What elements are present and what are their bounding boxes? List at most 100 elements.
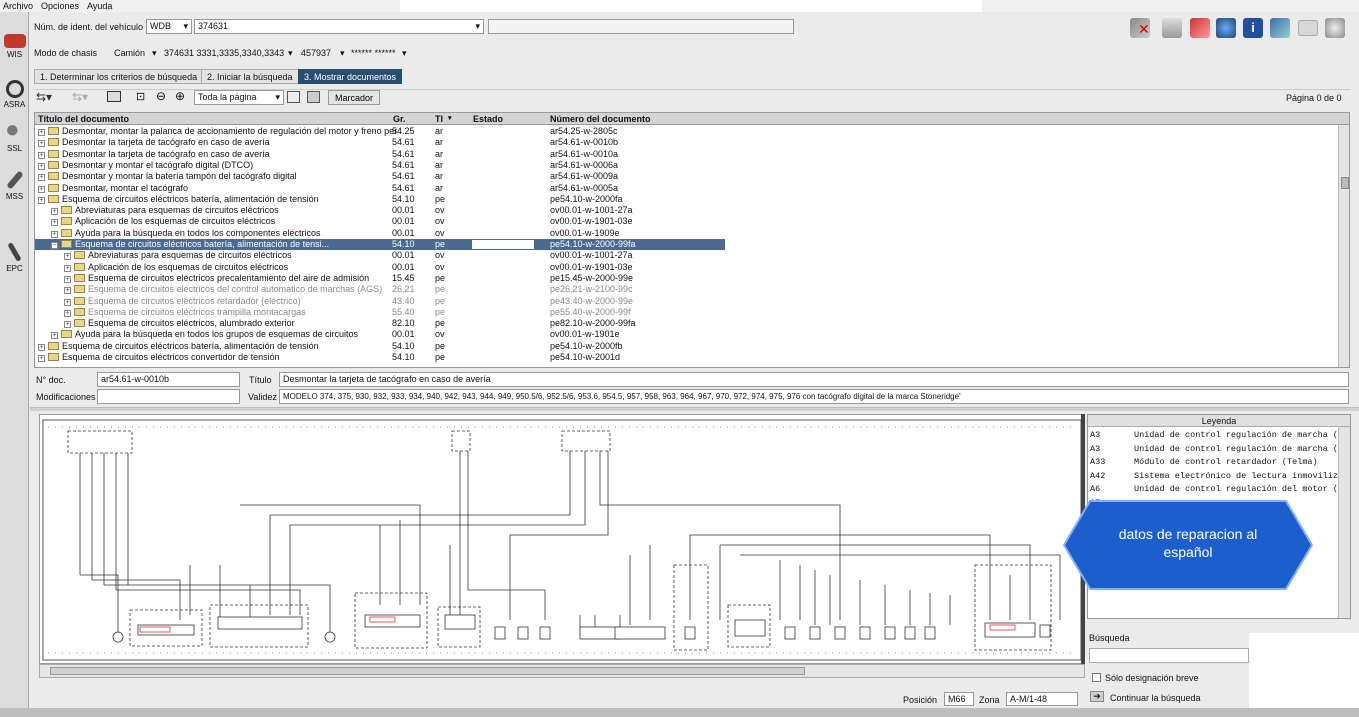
expand-icon[interactable]: + [38,151,45,159]
wiring-diagram[interactable] [39,414,1085,664]
table-row[interactable]: + Desmontar la tarjeta de tacógrafo en ca… [35,137,725,148]
expand-icon[interactable]: + [64,264,71,272]
model-code-select[interactable]: 457937 [301,48,331,58]
list-scroll-thumb[interactable] [1341,177,1349,189]
menu-options[interactable]: Opciones [41,0,79,12]
search-input[interactable] [1089,648,1249,663]
table-row[interactable]: + Ayuda para la búsqueda en todos los gru… [35,329,725,340]
settings-icon[interactable] [1216,18,1236,38]
expand-icon[interactable]: + [38,140,45,148]
expand-icon[interactable]: + [64,298,71,306]
expand-icon[interactable]: + [64,287,71,295]
table-row[interactable]: − Esquema de circuitos eléctricos batería… [35,239,725,251]
book-icon[interactable] [1270,18,1290,38]
nav-ssl[interactable]: SSL [0,124,29,153]
diagram-hscrollbar[interactable] [39,664,1085,678]
expand-icon[interactable]: + [38,174,45,182]
table-row[interactable]: + Abreviaturas para esquemas de circuitos… [35,205,725,216]
table-row[interactable]: + Desmontar, montar el tacógrafo 54.61 ar ar… [35,183,725,194]
expand-icon[interactable]: − [51,242,58,249]
legend-row[interactable]: A3 Unidad de control regulación de marcha… [1088,443,1343,457]
legend-row[interactable]: A3 Unidad de control regulación de marcha… [1088,429,1343,443]
expand-icon[interactable]: + [38,162,45,170]
row-type: ov [435,250,445,261]
expand-icon[interactable]: + [64,275,71,283]
list-scrollbar[interactable] [1338,125,1349,367]
pane-splitter[interactable] [30,407,1359,411]
nav-forward-icon[interactable]: ⇆▾ [72,90,88,104]
table-row[interactable]: + Desmontar la tarjeta de tacógrafo en ca… [35,149,725,160]
table-row[interactable]: + Esquema de circuitos eléctricos trampil… [35,307,725,318]
table-row[interactable]: + Esquema de circuitos eléctricos retarda… [35,296,725,307]
table-row[interactable]: + Esquema de circuitos eléctricos, alumbr… [35,318,725,329]
expand-icon[interactable]: + [38,185,45,193]
expand-icon[interactable]: + [64,309,71,317]
zoom-in-icon[interactable]: ⊕ [175,89,185,103]
col-title[interactable]: Título del documento [38,113,129,125]
legend-row[interactable]: A6 Unidad de control regulación del motor… [1088,483,1343,497]
tab-search[interactable]: 2. Iniciar la búsqueda [201,69,299,84]
col-type[interactable]: TI [435,113,443,125]
tab-criteria[interactable]: 1. Determinar los criterios de búsqueda [34,69,204,84]
print-page-icon[interactable] [307,91,320,103]
col-group[interactable]: Gr. [393,113,406,125]
expand-icon[interactable]: + [38,355,45,362]
mail-icon[interactable] [1298,20,1318,36]
nav-asra[interactable]: ASRA [0,80,29,109]
col-status[interactable]: Estado [473,113,503,125]
expand-icon[interactable]: + [38,129,45,136]
table-row[interactable]: + Aplicación de los esquemas de circuitos… [35,262,725,273]
table-row[interactable]: + Abreviaturas para esquemas de circuitos… [35,250,725,261]
nav-epc[interactable]: EPC [0,242,29,273]
table-row[interactable]: + Esquema de circuitos eléctricos precale… [35,273,725,284]
folder-icon [61,330,72,339]
table-row[interactable]: + Desmontar, montar la palanca de acciona… [35,126,725,137]
table-row[interactable]: + Desmontar y montar la batería tampón de… [35,171,725,182]
legend-scrollbar[interactable] [1338,427,1350,618]
expand-icon[interactable]: + [51,230,58,238]
table-row[interactable]: + Esquema de circuitos eléctricos convert… [35,352,725,363]
eraser-icon[interactable] [1190,18,1210,38]
col-docnum[interactable]: Número del documento [550,113,651,125]
zoom-area-icon[interactable]: ⊡ [136,90,145,103]
extra-select[interactable]: ****** ****** [351,48,396,58]
diagram-scroll-thumb[interactable] [50,667,805,675]
tab-documents[interactable]: 3. Mostrar documentos [298,69,403,84]
marker-button[interactable]: Marcador [328,90,381,105]
expand-icon[interactable]: + [64,321,71,329]
legend-row[interactable]: A33 Módulo de control retardador (Telma) [1088,456,1338,470]
nav-mss[interactable]: MSS [0,170,29,201]
chassis-type-select[interactable]: Camión [114,48,145,58]
help-icon[interactable] [1325,18,1345,38]
grid-icon[interactable] [107,91,121,102]
expand-icon[interactable]: + [51,208,58,216]
page-view-select[interactable]: Toda la página ▾ [194,90,284,105]
vehicle-prefix-select[interactable]: WDB ▾ [146,19,192,34]
print-icon[interactable] [1162,18,1182,38]
expand-icon[interactable]: + [38,196,45,204]
table-row[interactable]: + Esquema de circuitos eléctricos batería… [35,194,725,205]
zoom-out-icon[interactable]: ⊖ [156,89,166,103]
table-row[interactable]: + Esquema de circuitos eléctricos del con… [35,284,725,295]
fit-page-icon[interactable] [287,91,300,103]
table-row[interactable]: + Esquema de circuitos eléctricos batería… [35,341,725,352]
expand-icon[interactable]: + [51,332,58,340]
info-icon[interactable]: i [1243,18,1263,38]
arrow-right-icon[interactable]: ➔ [1090,691,1104,702]
nav-back-icon[interactable]: ⇆▾ [36,90,52,104]
table-row[interactable]: + Aplicación de los esquemas de circuitos… [35,216,725,227]
vehicle-number-input[interactable]: 374631 ▾ [194,19,484,34]
legend-row[interactable]: A42 Sistema electrónico de lectura inmovi… [1088,470,1343,484]
menu-help[interactable]: Ayuda [87,0,112,12]
table-row[interactable]: + Desmontar y montar el tacógrafo digital… [35,160,725,171]
continue-search-button[interactable]: Continuar la búsqueda [1110,693,1201,703]
close-vehicle-icon[interactable]: ✕ [1130,18,1150,38]
menu-file[interactable]: Archivo [3,0,33,12]
expand-icon[interactable]: + [64,253,71,261]
table-row[interactable]: + Ayuda para la búsqueda en todos los com… [35,228,725,239]
short-designation-checkbox[interactable] [1092,673,1101,682]
expand-icon[interactable]: + [38,343,45,351]
expand-icon[interactable]: + [51,219,58,227]
nav-wis[interactable]: WIS [0,34,29,59]
chassis-models-select[interactable]: 374631 3331,3335,3340,3343 [164,48,284,58]
